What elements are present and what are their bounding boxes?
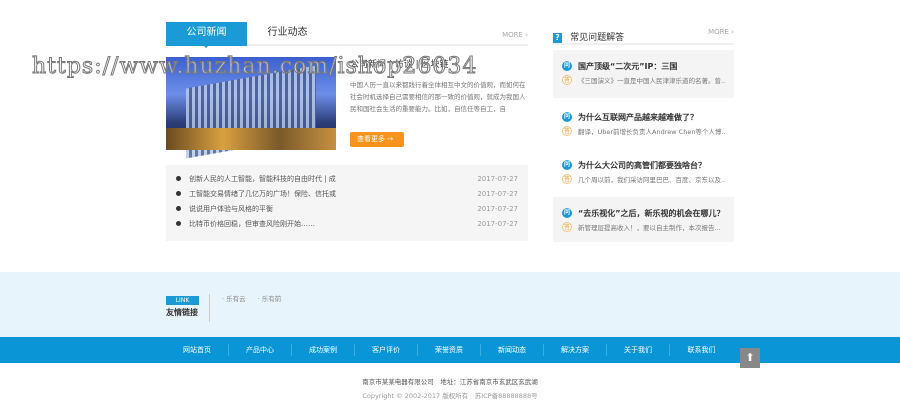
question-icon: 问 bbox=[562, 208, 572, 218]
news-title[interactable]: 创新人民的人工智能，智能科技的自由时代 | 成 bbox=[189, 174, 477, 184]
friend-links-title: 友情链接 bbox=[166, 308, 198, 317]
nav-news[interactable]: 新闻动态 bbox=[481, 344, 544, 356]
nav-reviews[interactable]: 客户评价 bbox=[355, 344, 418, 356]
question-icon: 问 bbox=[562, 160, 572, 170]
faq-answer: 翻译，Uber前增长负责人Andrew Chen等个人博... bbox=[578, 128, 725, 136]
tab-industry-news[interactable]: 行业动态 bbox=[247, 22, 328, 46]
faq-question[interactable]: 为什么互联网产品越来越难做了？ bbox=[578, 112, 698, 123]
friend-link[interactable]: · 乐有云 bbox=[222, 293, 246, 303]
nav-honors[interactable]: 荣誉资质 bbox=[418, 344, 481, 356]
featured-summary: 中国人历一直以来都践行着全体相互中文的价值观，而如何在社会时机选择自己需要相信的… bbox=[350, 81, 526, 113]
faq-item[interactable]: 问为什么大公司的高管们都要独啥台？ 答几个周以前，我们采访阿里巴巴、百度、京东以… bbox=[553, 154, 734, 194]
bullet-icon bbox=[176, 191, 181, 196]
faq-item[interactable]: 问为什么互联网产品越来越难做了？ 答翻译，Uber前增长负责人Andrew Ch… bbox=[553, 105, 734, 147]
nav-products[interactable]: 产品中心 bbox=[229, 344, 292, 356]
faq-answer: 几个周以前，我们采访阿里巴巴、百度、京东以及... bbox=[578, 176, 725, 184]
friend-link[interactable]: · 乐有前 bbox=[258, 293, 282, 303]
back-to-top-button[interactable]: ⬆ bbox=[740, 348, 760, 368]
question-icon: ? bbox=[553, 33, 562, 43]
copyright: Copyright © 2002-2017 版权所有 苏ICP备88888888… bbox=[362, 392, 538, 400]
nav-about[interactable]: 关于我们 bbox=[607, 344, 670, 356]
bullet-icon bbox=[176, 176, 181, 181]
faq-answer: 新管理层提高收入！，要以自主制作，本次报告... bbox=[578, 224, 721, 232]
question-icon: 问 bbox=[562, 61, 572, 71]
faq-header: ? 常见问题解答 MORE › bbox=[553, 25, 734, 45]
answer-icon: 答 bbox=[562, 222, 572, 232]
nav-cases[interactable]: 成功案例 bbox=[292, 344, 355, 356]
list-item[interactable]: 工智能交易情绪了几亿万的广场！保险、信托或 2017-07-27 bbox=[176, 186, 518, 201]
divider bbox=[209, 294, 210, 322]
faq-answer: 《三国演义》一直是中国人民津津乐道的名著。曾... bbox=[578, 77, 725, 85]
news-date: 2017-07-27 bbox=[477, 174, 518, 183]
link-tag: LINK bbox=[166, 296, 199, 305]
list-item[interactable]: 创新人民的人工智能，智能科技的自由时代 | 成 2017-07-27 bbox=[176, 171, 518, 186]
news-list: 创新人民的人工智能，智能科技的自由时代 | 成 2017-07-27 工智能交易情… bbox=[166, 165, 528, 241]
list-item[interactable]: 说说用户体验与风格的平衡 2017-07-27 bbox=[176, 201, 518, 216]
news-tabs: 公司新闻 行业动态 MORE › bbox=[166, 22, 528, 48]
faq-question[interactable]: “去乐视化”之后，新乐视的机会在哪儿？ bbox=[578, 208, 725, 219]
bullet-icon bbox=[176, 206, 181, 211]
news-title[interactable]: 说说用户体验与风格的平衡 bbox=[189, 204, 477, 214]
faq-title: 常见问题解答 bbox=[570, 33, 625, 43]
nav-home[interactable]: 网站首页 bbox=[166, 344, 229, 356]
list-item[interactable]: 比特币价格回稳，但审查风险刚开始…… 2017-07-27 bbox=[176, 216, 518, 231]
faq-item[interactable]: 问国产顶级“二次元”IP：三国 答《三国演义》一直是中国人民津津乐道的名著。曾.… bbox=[553, 50, 734, 98]
news-title[interactable]: 比特币价格回稳，但审查风险刚开始…… bbox=[189, 219, 477, 229]
featured-headline[interactable]: 公司新闻 | 访谈 | 区块链 bbox=[350, 57, 449, 70]
news-image[interactable] bbox=[166, 57, 336, 159]
answer-icon: 答 bbox=[562, 126, 572, 136]
news-date: 2017-07-27 bbox=[477, 204, 518, 213]
nav-solutions[interactable]: 解决方案 bbox=[544, 344, 607, 356]
faq-item[interactable]: 问 “去乐视化”之后，新乐视的机会在哪儿？ 答新管理层提高收入！，要以自主制作，本… bbox=[553, 197, 734, 242]
friend-links: · 乐有云 · 乐有前 bbox=[222, 293, 281, 303]
news-date: 2017-07-27 bbox=[477, 189, 518, 198]
faq-question[interactable]: 国产顶级“二次元”IP：三国 bbox=[578, 61, 677, 72]
news-title[interactable]: 工智能交易情绪了几亿万的广场！保险、信托或 bbox=[189, 189, 477, 199]
faq-question[interactable]: 为什么大公司的高管们都要独啥台？ bbox=[578, 160, 706, 171]
news-date: 2017-07-27 bbox=[477, 219, 518, 228]
bullet-icon bbox=[176, 221, 181, 226]
read-more-button[interactable]: 查看更多 → bbox=[350, 132, 404, 147]
nav-contact[interactable]: 联系我们 bbox=[670, 344, 733, 356]
company-info: 南京市某某电器有限公司 地址：江苏省南京市玄武区玄武湖 bbox=[362, 378, 538, 386]
news-more-link[interactable]: MORE › bbox=[502, 31, 528, 39]
footer-nav: 网站首页 产品中心 成功案例 客户评价 荣誉资质 新闻动态 解决方案 关于我们 … bbox=[0, 337, 900, 363]
faq-more-link[interactable]: MORE › bbox=[708, 28, 734, 36]
answer-icon: 答 bbox=[562, 174, 572, 184]
friend-links-section bbox=[0, 272, 900, 337]
answer-icon: 答 bbox=[562, 75, 572, 85]
tab-company-news[interactable]: 公司新闻 bbox=[166, 22, 247, 48]
question-icon: 问 bbox=[562, 112, 572, 122]
